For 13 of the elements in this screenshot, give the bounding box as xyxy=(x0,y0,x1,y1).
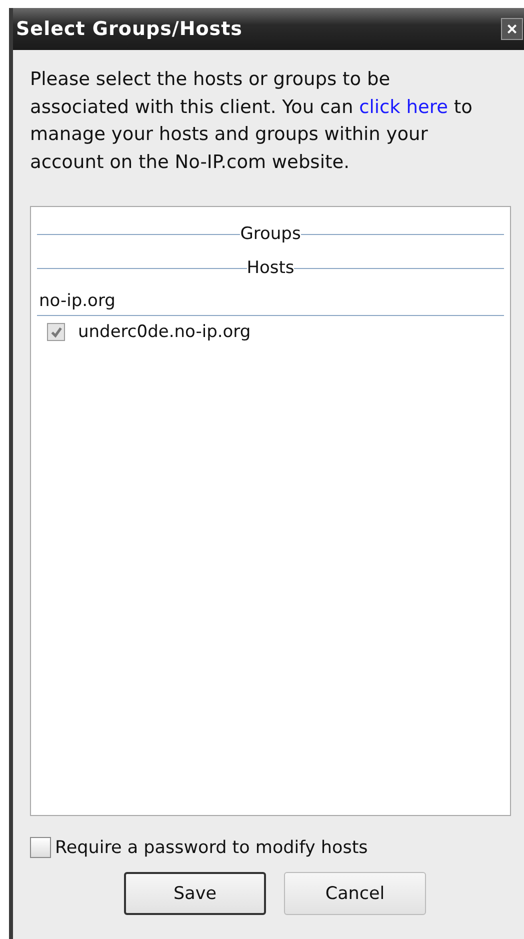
instructions-text: Please select the hosts or groups to be associated with this client. You can click here to manage your hosts and groups within your account on the No-IP.com website. xyxy=(30,68,474,174)
click-here-link[interactable]: click here xyxy=(359,96,448,118)
close-button[interactable]: × xyxy=(501,18,523,40)
section-heading: Groups xyxy=(240,224,301,244)
dialog-button[interactable]: Cancel xyxy=(284,872,426,915)
domain-heading: no-ip.org xyxy=(37,285,504,316)
host-label: underc0de.no-ip.org xyxy=(78,322,251,342)
dialog-button[interactable]: Save xyxy=(124,872,266,915)
password-option-label: Require a password to modify hosts xyxy=(55,838,368,858)
password-checkbox[interactable] xyxy=(30,837,51,858)
check-icon xyxy=(50,326,62,338)
section-heading: Hosts xyxy=(246,258,294,278)
window-title: Select Groups/Hosts xyxy=(16,18,242,40)
